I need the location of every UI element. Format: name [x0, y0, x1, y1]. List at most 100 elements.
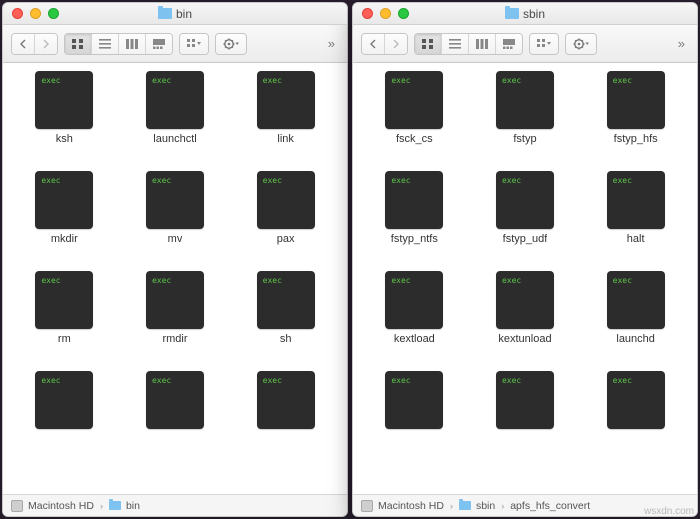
gallery-view-button[interactable]: [145, 34, 172, 54]
nav-buttons: [361, 33, 408, 55]
toolbar-overflow-icon[interactable]: »: [674, 36, 689, 51]
file-item[interactable]: fstyp_hfs: [580, 71, 691, 167]
action-button[interactable]: [216, 34, 246, 54]
file-item[interactable]: pax: [230, 171, 341, 267]
file-item[interactable]: rm: [9, 271, 120, 367]
file-label: kextunload: [498, 333, 551, 345]
list-view-button[interactable]: [91, 34, 118, 54]
exec-icon: [257, 371, 315, 429]
exec-icon: [257, 171, 315, 229]
back-button[interactable]: [12, 34, 34, 54]
file-item[interactable]: fsck_cs: [359, 71, 470, 167]
file-item[interactable]: [580, 371, 691, 467]
file-item[interactable]: launchd: [580, 271, 691, 367]
zoom-button[interactable]: [48, 8, 59, 19]
exec-icon: [607, 171, 665, 229]
disk-icon: [11, 500, 23, 512]
list-view-button[interactable]: [441, 34, 468, 54]
exec-icon: [146, 71, 204, 129]
file-item[interactable]: halt: [580, 171, 691, 267]
view-buttons: [414, 33, 523, 55]
exec-icon: [35, 171, 93, 229]
file-item[interactable]: kextunload: [470, 271, 581, 367]
exec-icon: [607, 271, 665, 329]
traffic-lights: [362, 8, 409, 19]
file-label: rmdir: [162, 333, 187, 345]
file-item[interactable]: fstyp: [470, 71, 581, 167]
file-item[interactable]: mv: [120, 171, 231, 267]
path-crumb-folder[interactable]: bin: [109, 500, 140, 512]
file-item[interactable]: launchctl: [120, 71, 231, 167]
file-item[interactable]: fstyp_ntfs: [359, 171, 470, 267]
folder-icon: [109, 501, 121, 510]
disk-icon: [361, 500, 373, 512]
view-buttons: [64, 33, 173, 55]
action-button[interactable]: [566, 34, 596, 54]
forward-button[interactable]: [384, 34, 407, 54]
file-item[interactable]: sh: [230, 271, 341, 367]
file-item[interactable]: [120, 371, 231, 467]
toolbar: »: [353, 25, 697, 63]
file-label: fstyp: [513, 133, 536, 145]
exec-icon: [607, 71, 665, 129]
path-crumb-root[interactable]: Macintosh HD: [11, 500, 94, 512]
gallery-view-button[interactable]: [495, 34, 522, 54]
file-label: fsck_cs: [396, 133, 433, 145]
chevron-icon: ›: [501, 501, 504, 511]
file-label: launchd: [616, 333, 655, 345]
file-item[interactable]: fstyp_udf: [470, 171, 581, 267]
close-button[interactable]: [12, 8, 23, 19]
file-label: launchctl: [153, 133, 196, 145]
zoom-button[interactable]: [398, 8, 409, 19]
path-crumb-file[interactable]: apfs_hfs_convert: [510, 500, 590, 512]
back-button[interactable]: [362, 34, 384, 54]
arrange-button[interactable]: [530, 34, 558, 54]
exec-icon: [496, 371, 554, 429]
exec-icon: [385, 171, 443, 229]
column-view-button[interactable]: [118, 34, 145, 54]
arrange-group: [529, 33, 559, 55]
icon-view-button[interactable]: [415, 34, 441, 54]
file-item[interactable]: ksh: [9, 71, 120, 167]
file-item[interactable]: mkdir: [9, 171, 120, 267]
close-button[interactable]: [362, 8, 373, 19]
exec-icon: [385, 71, 443, 129]
title-text: bin: [176, 7, 192, 21]
file-item[interactable]: kextload: [359, 271, 470, 367]
arrange-group: [179, 33, 209, 55]
minimize-button[interactable]: [380, 8, 391, 19]
toolbar: »: [3, 25, 347, 63]
minimize-button[interactable]: [30, 8, 41, 19]
exec-icon: [496, 171, 554, 229]
exec-icon: [146, 371, 204, 429]
file-item[interactable]: rmdir: [120, 271, 231, 367]
folder-icon: [459, 501, 471, 510]
path-bar: Macintosh HD › bin: [3, 494, 347, 516]
path-crumb-root[interactable]: Macintosh HD: [361, 500, 444, 512]
exec-icon: [607, 371, 665, 429]
file-item[interactable]: [9, 371, 120, 467]
icon-view-button[interactable]: [65, 34, 91, 54]
exec-icon: [385, 271, 443, 329]
titlebar[interactable]: bin: [3, 3, 347, 25]
exec-icon: [35, 371, 93, 429]
traffic-lights: [12, 8, 59, 19]
file-label: fstyp_hfs: [614, 133, 658, 145]
file-item[interactable]: [230, 371, 341, 467]
file-label: fstyp_udf: [503, 233, 548, 245]
title-text: sbin: [523, 7, 545, 21]
arrange-button[interactable]: [180, 34, 208, 54]
exec-icon: [496, 71, 554, 129]
file-item[interactable]: [470, 371, 581, 467]
file-item[interactable]: link: [230, 71, 341, 167]
path-crumb-folder[interactable]: sbin: [459, 500, 495, 512]
crumb-label: sbin: [476, 500, 495, 512]
file-item[interactable]: [359, 371, 470, 467]
crumb-label: bin: [126, 500, 140, 512]
exec-icon: [35, 271, 93, 329]
toolbar-overflow-icon[interactable]: »: [324, 36, 339, 51]
column-view-button[interactable]: [468, 34, 495, 54]
forward-button[interactable]: [34, 34, 57, 54]
exec-icon: [385, 371, 443, 429]
titlebar[interactable]: sbin: [353, 3, 697, 25]
